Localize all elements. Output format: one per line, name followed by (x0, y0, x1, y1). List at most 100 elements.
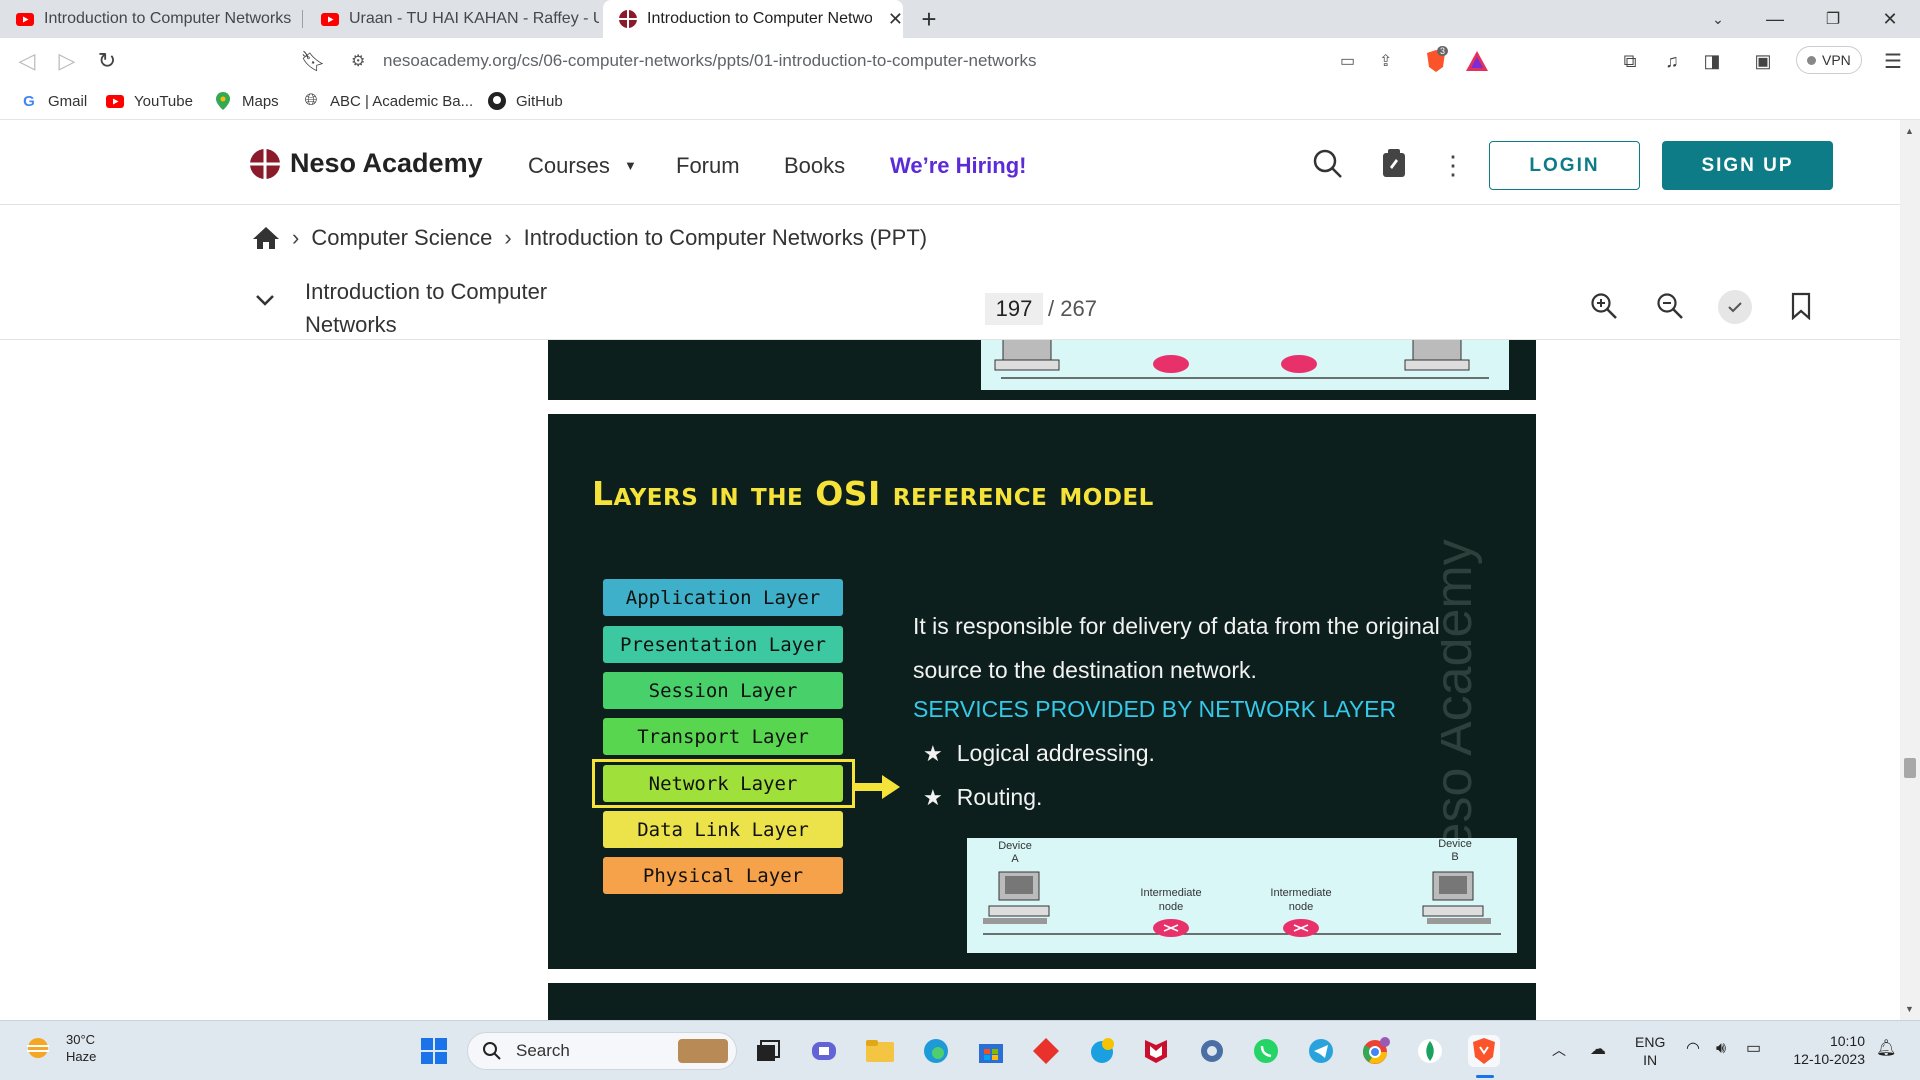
sidebar-icon[interactable]: ◨ (1697, 46, 1727, 76)
shield-count-badge: 3 (1437, 46, 1449, 56)
cast-icon[interactable]: ▭ (1340, 51, 1355, 71)
language-indicator[interactable]: ENG IN (1635, 1033, 1665, 1069)
app-leaf-icon[interactable] (1414, 1035, 1446, 1067)
edge-icon[interactable] (920, 1035, 952, 1067)
intermediate-node-label: Intermediate node (1140, 887, 1202, 913)
breadcrumb-computer-science[interactable]: Computer Science (311, 225, 492, 251)
bookmark-github[interactable]: GitHub (488, 92, 563, 110)
wallet-icon[interactable]: ▣ (1748, 46, 1778, 76)
neso-logo-icon (250, 148, 280, 179)
home-icon[interactable] (252, 226, 280, 250)
bookmark-gmail[interactable]: G Gmail (20, 92, 87, 110)
breadcrumb-current[interactable]: Introduction to Computer Networks (PPT) (524, 225, 927, 251)
tab-search-icon[interactable]: ⌄ (1703, 6, 1733, 32)
bookmark-maps[interactable]: Maps (214, 92, 279, 110)
zoom-out-icon[interactable] (1656, 292, 1684, 320)
layer-description: It is responsible for delivery of data f… (913, 613, 1440, 683)
extensions-icon[interactable]: ⧉ (1615, 46, 1645, 76)
chevron-right-icon: › (292, 225, 300, 250)
forward-icon[interactable]: ▷ (52, 46, 82, 76)
new-tab-icon[interactable]: + (914, 4, 944, 34)
globe-icon: 🌐︎ (304, 92, 318, 109)
nav-hiring[interactable]: We’re Hiring! (890, 153, 1027, 179)
notes-icon[interactable] (1380, 147, 1408, 179)
tab-1[interactable]: Introduction to Computer Networks - (0, 0, 300, 38)
menu-icon[interactable]: ☰ (1878, 46, 1908, 76)
login-button[interactable]: LOGIN (1489, 141, 1640, 190)
site-info-icon[interactable]: ⚙ (351, 51, 365, 71)
tips-icon[interactable] (1086, 1035, 1118, 1067)
page-number-input[interactable]: 197 (985, 293, 1043, 325)
site-header: Neso Academy Courses ▼ Forum Books We’re… (0, 120, 1900, 205)
address-bar[interactable]: ⚙ nesoacademy.org/cs/06-computer-network… (335, 43, 1505, 79)
mark-complete-icon[interactable] (1718, 290, 1752, 324)
intermediate-node-label: Intermediate node (1270, 887, 1332, 913)
zoom-in-icon[interactable] (1590, 292, 1618, 320)
more-options-icon[interactable]: ⋮ (1440, 150, 1466, 181)
file-explorer-icon[interactable] (864, 1035, 896, 1067)
current-slide: Layers in the OSI reference model Applic… (548, 414, 1536, 969)
vpn-status-icon (1807, 55, 1816, 65)
restore-icon[interactable]: ❐ (1818, 6, 1848, 32)
brave-taskbar-icon[interactable] (1468, 1035, 1500, 1067)
bookmark-icon[interactable] (1790, 292, 1812, 320)
signup-button[interactable]: SIGN UP (1662, 141, 1833, 190)
teams-chat-icon[interactable] (808, 1035, 840, 1067)
layer-session: Session Layer (603, 672, 843, 709)
minimize-icon[interactable]: — (1760, 6, 1790, 32)
windows-start-icon[interactable] (418, 1035, 450, 1067)
mcafee-icon[interactable] (1140, 1035, 1172, 1067)
site-logo[interactable]: Neso Academy (250, 148, 483, 179)
whatsapp-icon[interactable] (1250, 1035, 1282, 1067)
browser-toolbar: ◁ ▷ ↻ 🔖︎ ⚙ nesoacademy.org/cs/06-compute… (0, 38, 1920, 84)
nav-books[interactable]: Books (784, 153, 845, 179)
close-window-icon[interactable]: ✕ (1875, 6, 1905, 32)
onedrive-icon[interactable]: ☁ (1590, 1041, 1606, 1059)
page-scrollbar[interactable]: ▲ ▼ (1900, 120, 1920, 1020)
collapse-chevron-icon[interactable] (254, 293, 276, 312)
volume-icon[interactable]: 🔊︎ (1716, 1040, 1726, 1058)
nav-forum[interactable]: Forum (676, 153, 740, 179)
device-a-label: Device A (998, 840, 1032, 865)
previous-slide (548, 340, 1536, 400)
scroll-down-arrow-icon[interactable]: ▼ (1905, 1004, 1914, 1014)
scroll-thumb[interactable] (1904, 758, 1916, 778)
layer-label: Network Layer (648, 772, 798, 795)
vpn-button[interactable]: VPN (1796, 46, 1862, 74)
battery-icon[interactable]: ▭ (1746, 1040, 1761, 1058)
close-tab-icon[interactable]: ✕ (888, 9, 903, 30)
tray-chevron-up-icon[interactable]: ︿ (1552, 1041, 1566, 1059)
app-diamond-icon[interactable] (1030, 1035, 1062, 1067)
bookmark-page-icon[interactable]: 🔖︎ (298, 46, 328, 76)
brave-rewards-icon[interactable] (1465, 50, 1489, 77)
chrome-icon[interactable] (1360, 1035, 1392, 1067)
layer-label: Presentation Layer (620, 633, 826, 656)
telegram-icon[interactable] (1305, 1035, 1337, 1067)
bookmark-youtube[interactable]: YouTube (106, 92, 193, 110)
weather-widget[interactable]: 30°C Haze (24, 1031, 96, 1065)
media-icon[interactable]: ♫ (1657, 46, 1687, 76)
bookmark-label: YouTube (134, 92, 193, 110)
nav-courses[interactable]: Courses ▼ (528, 153, 637, 179)
layer-label: Data Link Layer (637, 818, 809, 841)
clock[interactable]: 10:10 12-10-2023 (1783, 1032, 1865, 1068)
back-icon[interactable]: ◁ (12, 46, 42, 76)
reload-icon[interactable]: ↻ (92, 46, 122, 76)
share-icon[interactable]: ⇪ (1379, 51, 1392, 71)
nav-courses-label: Courses (528, 153, 610, 178)
notification-bell-icon[interactable]: 🔔︎ (1876, 1040, 1896, 1058)
device-b-label: Device B (1438, 838, 1472, 863)
tab-2[interactable]: Uraan - TU HAI KAHAN - Raffey - Usam (305, 0, 603, 38)
service-label: Logical addressing. (956, 740, 1155, 766)
bookmark-abc[interactable]: 🌐︎ ABC | Academic Ba... (302, 92, 474, 110)
search-icon[interactable] (1312, 148, 1344, 180)
wifi-icon[interactable]: ◠ (1686, 1040, 1700, 1058)
store-icon[interactable] (975, 1035, 1007, 1067)
scroll-up-arrow-icon[interactable]: ▲ (1905, 126, 1914, 136)
tab-3-active[interactable]: Introduction to Computer Netwo ✕ (603, 0, 903, 38)
settings-gear-icon[interactable] (1196, 1035, 1228, 1067)
task-view-icon[interactable] (752, 1035, 784, 1067)
brave-shield-icon[interactable]: 3 (1425, 46, 1449, 78)
document-title: Introduction to Computer Networks (305, 279, 548, 337)
taskbar-search[interactable]: Search (467, 1032, 737, 1070)
